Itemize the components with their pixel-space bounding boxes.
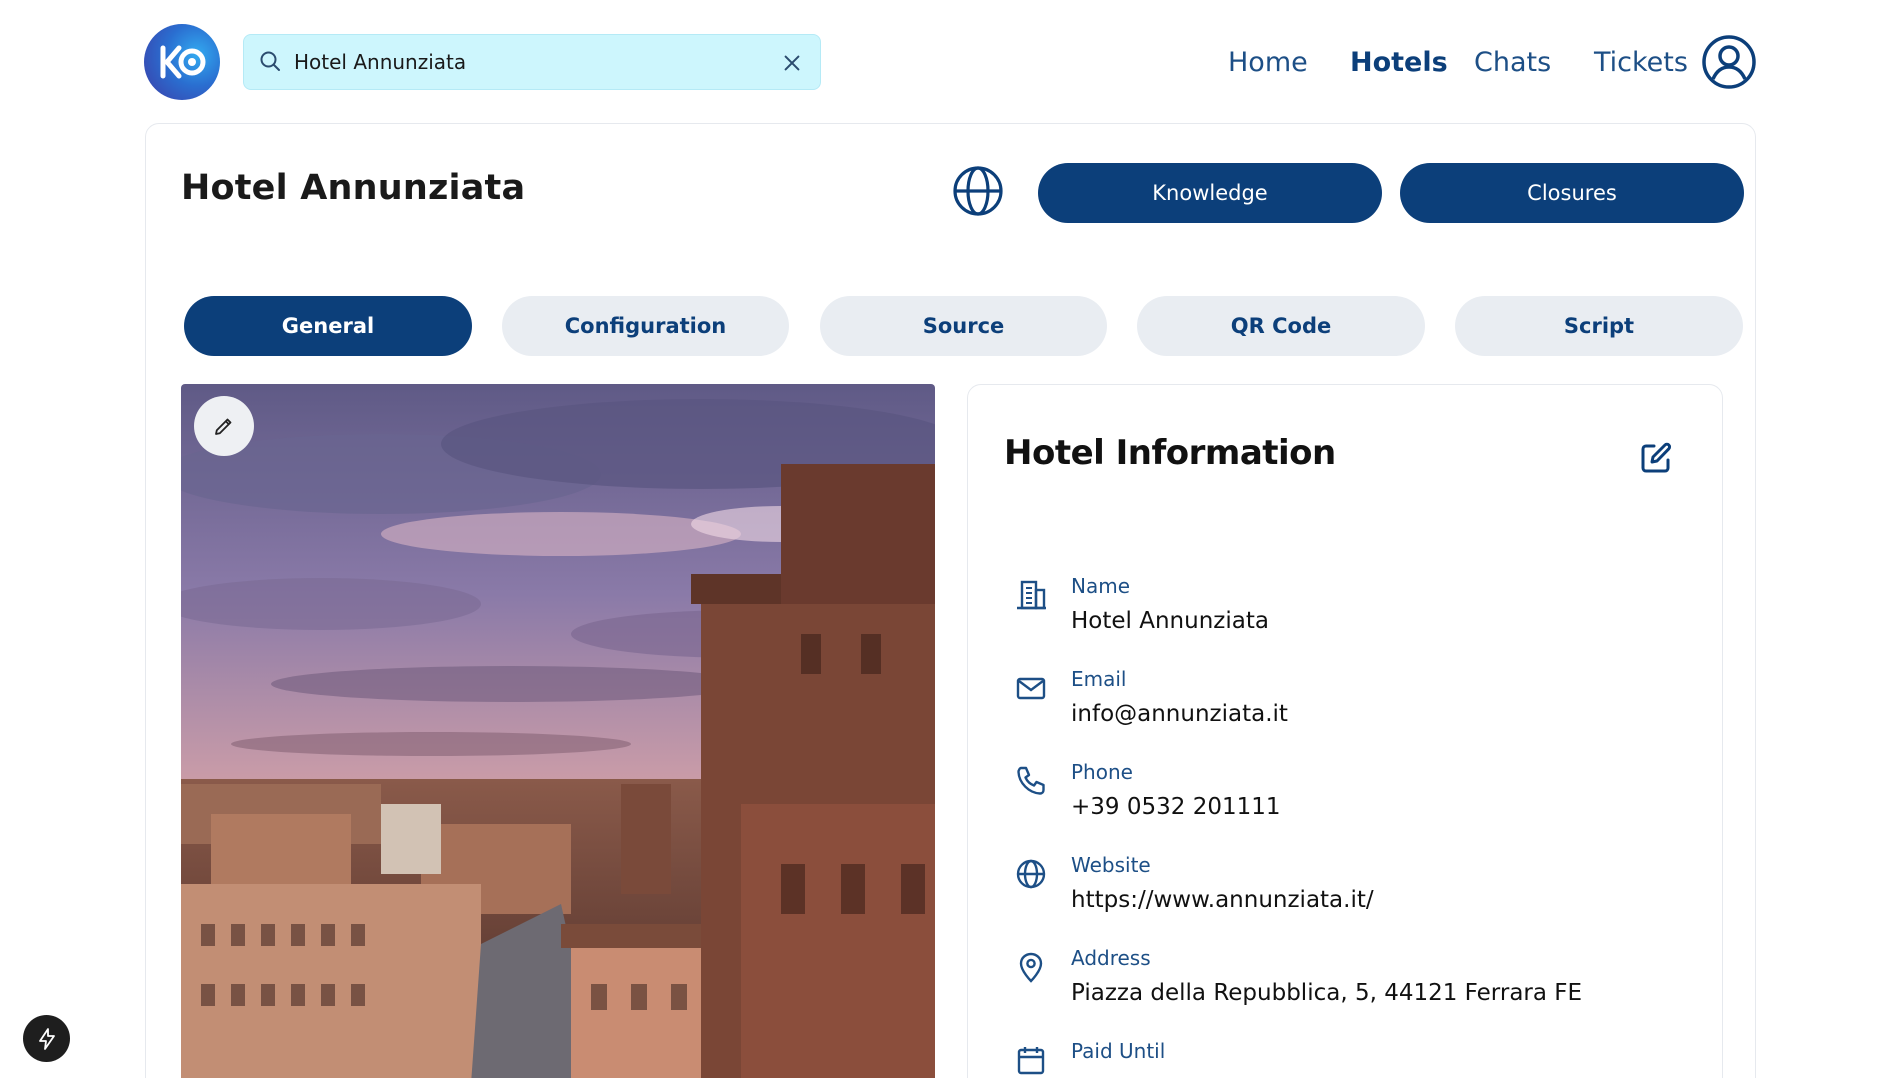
knowledge-button[interactable]: Knowledge <box>1038 163 1382 223</box>
field-label: Phone <box>1071 760 1133 784</box>
brand-logo[interactable] <box>144 24 220 100</box>
nav-tickets[interactable]: Tickets <box>1594 47 1688 78</box>
calendar-icon <box>1014 1043 1048 1077</box>
close-icon[interactable] <box>778 49 806 77</box>
hotel-info-panel <box>967 384 1723 1078</box>
tab-source[interactable]: Source <box>820 296 1107 356</box>
search-bar <box>243 34 821 90</box>
nav-home[interactable]: Home <box>1228 47 1308 78</box>
section-title: Hotel Information <box>1004 433 1336 473</box>
field-value: Piazza della Repubblica, 5, 44121 Ferrar… <box>1071 980 1583 1006</box>
closures-button[interactable]: Closures <box>1400 163 1744 223</box>
logo-mark-icon <box>160 45 206 79</box>
field-value: Hotel Annunziata <box>1071 608 1269 634</box>
field-value: +39 0532 201111 <box>1071 794 1281 820</box>
bolt-icon[interactable] <box>23 1015 70 1062</box>
pencil-icon[interactable] <box>194 396 254 456</box>
nav-chats[interactable]: Chats <box>1474 47 1551 78</box>
tab-configuration[interactable]: Configuration <box>502 296 789 356</box>
field-label: Name <box>1071 574 1131 598</box>
search-input[interactable] <box>294 50 754 74</box>
page-title: Hotel Annunziata <box>181 168 526 208</box>
field-value[interactable]: https://www.annunziata.it/ <box>1071 887 1374 913</box>
building-icon <box>1014 578 1048 612</box>
mail-icon <box>1014 671 1048 705</box>
top-bar: Home Hotels Chats Tickets <box>0 0 1894 122</box>
map-pin-icon <box>1014 950 1048 984</box>
tab-qr-code[interactable]: QR Code <box>1137 296 1425 356</box>
globe-icon[interactable] <box>952 165 1004 217</box>
nav-hotels[interactable]: Hotels <box>1350 47 1448 78</box>
phone-icon <box>1014 764 1048 798</box>
search-icon <box>258 49 284 75</box>
field-label: Address <box>1071 946 1151 970</box>
globe-icon <box>1014 857 1048 891</box>
user-circle-icon[interactable] <box>1701 34 1757 90</box>
hotel-photo <box>181 384 935 1078</box>
field-value: info@annunziata.it <box>1071 701 1288 727</box>
edit-square-icon[interactable] <box>1638 440 1674 476</box>
tab-script[interactable]: Script <box>1455 296 1743 356</box>
tab-general[interactable]: General <box>184 296 472 356</box>
field-label: Email <box>1071 667 1127 691</box>
field-label: Website <box>1071 853 1151 877</box>
field-label: Paid Until <box>1071 1039 1166 1063</box>
